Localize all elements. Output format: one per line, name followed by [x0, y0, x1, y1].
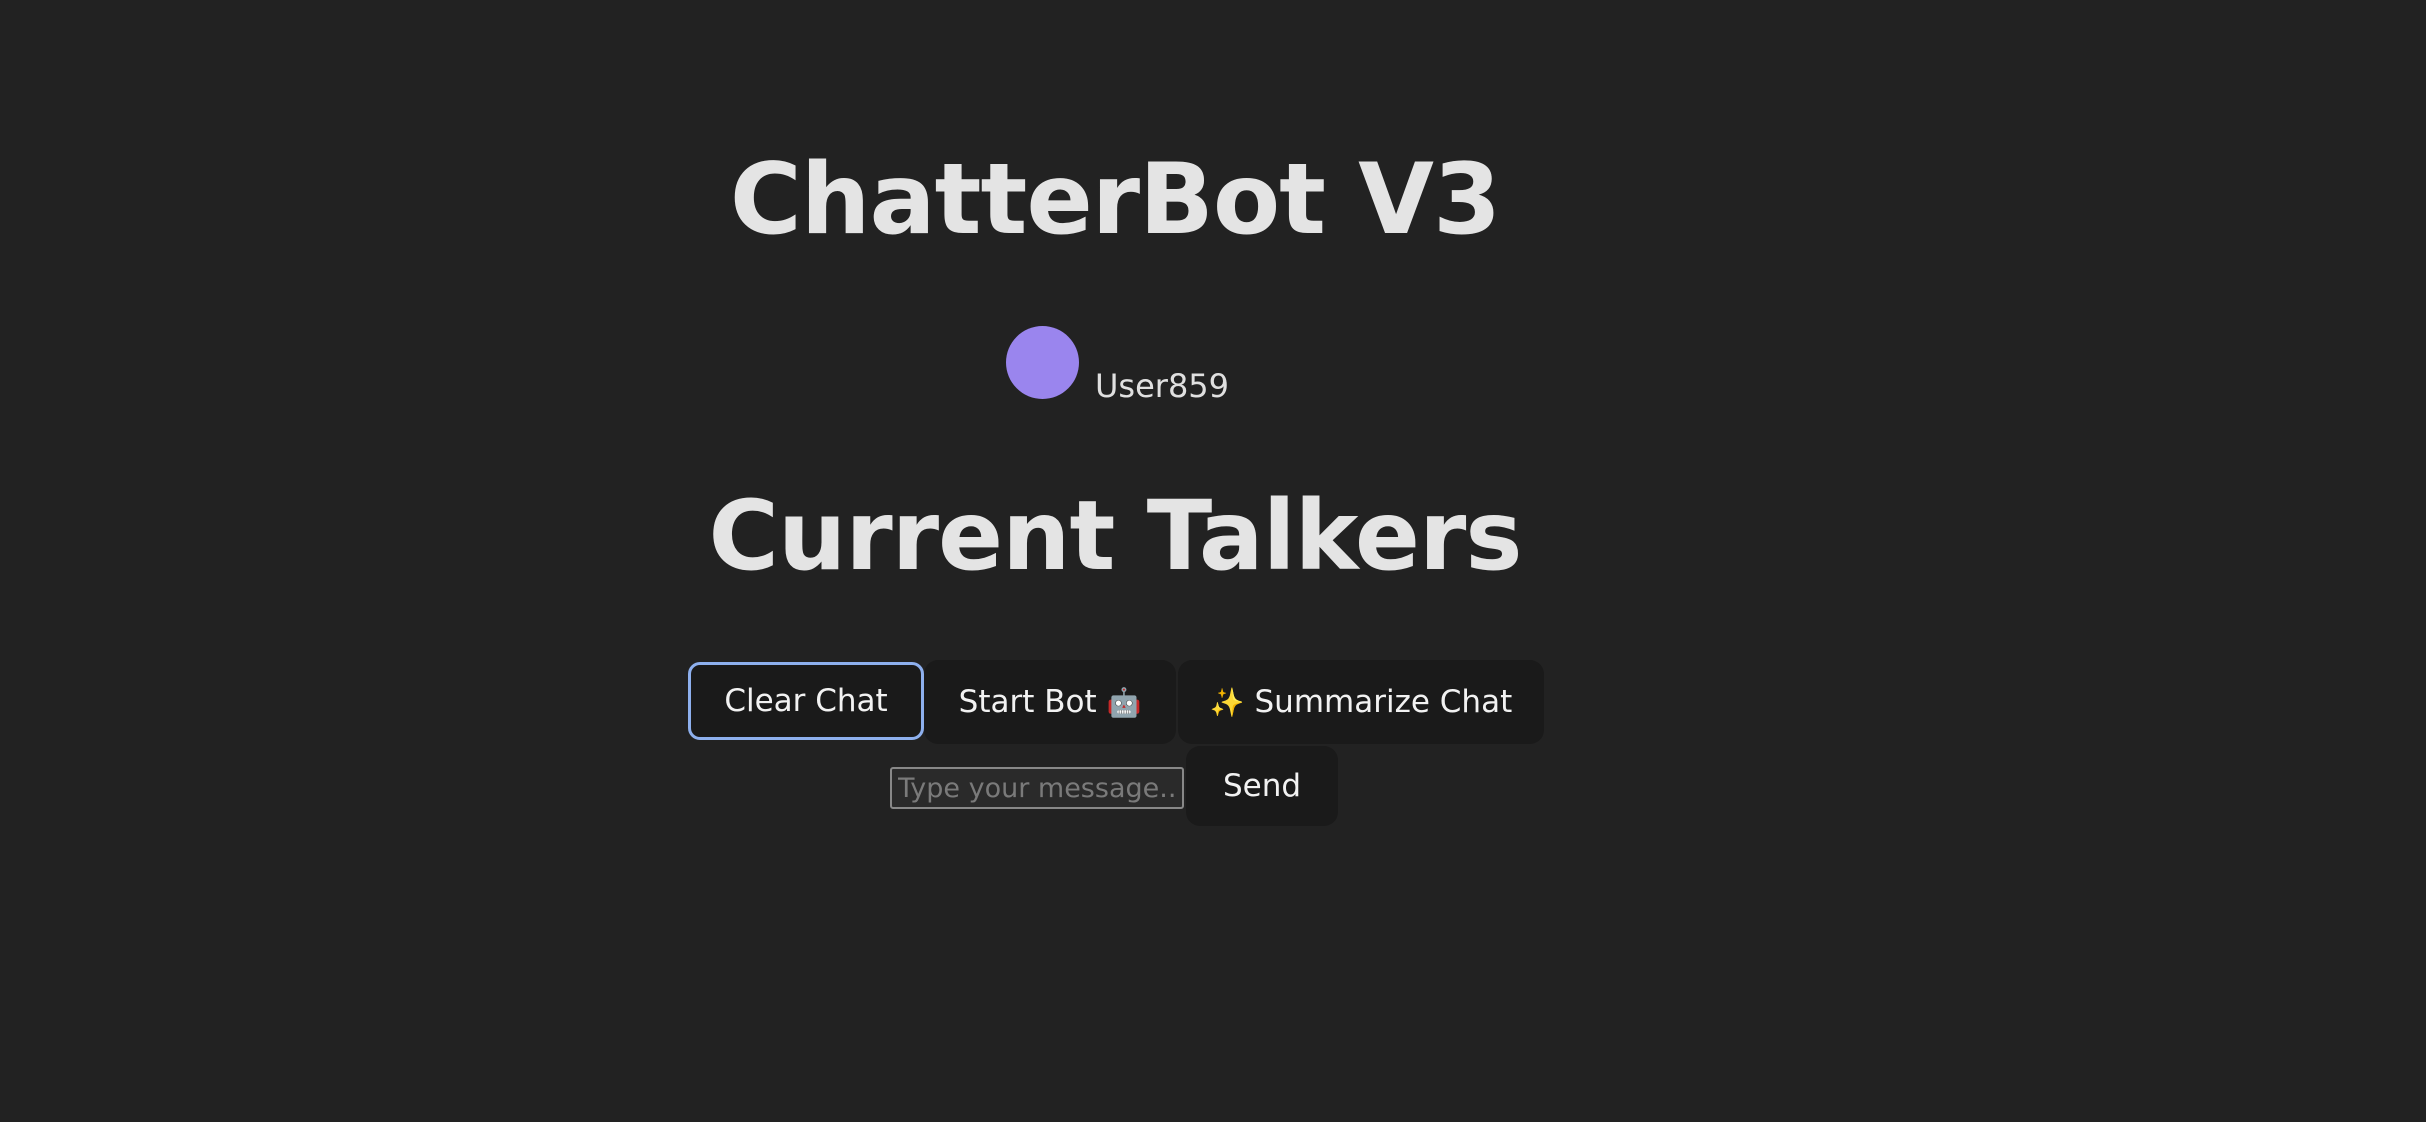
chatterbot-app: ChatterBot V3 User859 Current Talkers Cl… — [0, 0, 2426, 1122]
talkers-heading: Current Talkers — [708, 480, 1523, 592]
avatar — [1006, 326, 1079, 399]
start-bot-button[interactable]: Start Bot 🤖 — [924, 660, 1176, 744]
current-user: User859 — [1006, 326, 1229, 406]
username: User859 — [1095, 367, 1230, 405]
clear-chat-label: Clear Chat — [724, 683, 888, 719]
send-button[interactable]: Send — [1186, 746, 1338, 826]
message-input[interactable] — [890, 767, 1184, 809]
page-title: ChatterBot V3 — [729, 143, 1501, 257]
clear-chat-button[interactable]: Clear Chat — [688, 662, 924, 740]
sparkles-icon: ✨ — [1209, 685, 1245, 719]
summarize-chat-button[interactable]: ✨ Summarize Chat — [1178, 660, 1544, 744]
start-bot-label: Start Bot — [958, 684, 1097, 720]
summarize-chat-label: Summarize Chat — [1254, 684, 1513, 720]
send-label: Send — [1222, 768, 1302, 804]
robot-icon: 🤖 — [1106, 685, 1142, 719]
